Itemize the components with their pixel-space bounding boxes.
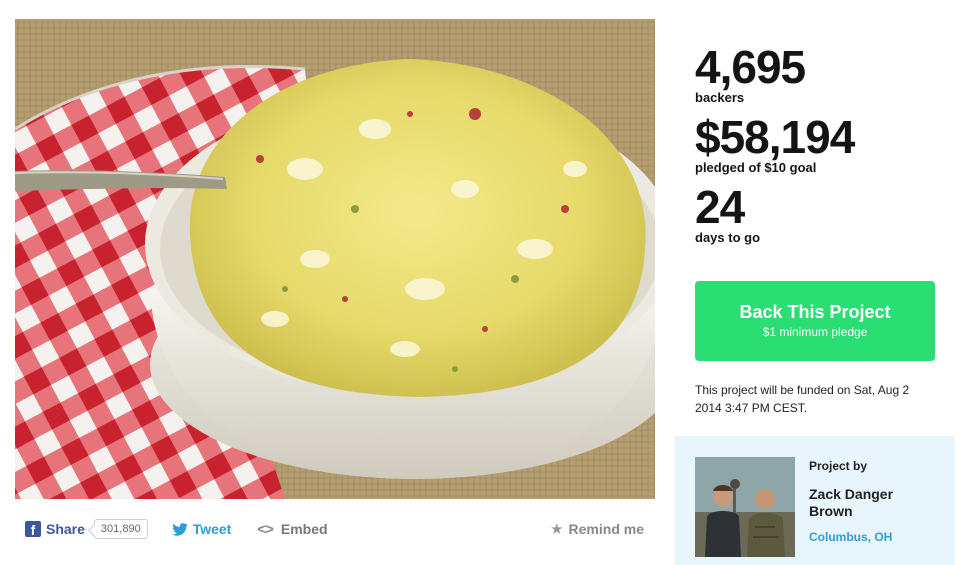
backers-stat: 4,695 backers xyxy=(695,44,955,106)
project-stats: 4,695 backers $58,194 pledged of $10 goa… xyxy=(695,44,955,254)
facebook-icon[interactable]: f xyxy=(25,521,41,537)
back-this-project-button[interactable]: Back This Project $1 minimum pledge xyxy=(695,281,935,361)
facebook-share-count: 301,890 xyxy=(93,519,148,539)
creator-card: Project by Zack Danger Brown Columbus, O… xyxy=(675,436,955,565)
pledged-amount: $58,194 xyxy=(695,111,855,163)
remind-me-button[interactable]: ★ Remind me xyxy=(550,520,644,538)
backers-count: 4,695 xyxy=(695,41,806,93)
minimum-pledge-label: $1 minimum pledge xyxy=(762,325,868,339)
creator-name-link[interactable]: Zack Danger Brown xyxy=(809,486,939,520)
embed-code-icon[interactable]: <> xyxy=(257,521,274,538)
creator-location-link[interactable]: Columbus, OH xyxy=(809,530,892,544)
potato-salad-photo xyxy=(15,19,655,499)
back-button-title: Back This Project xyxy=(739,302,891,322)
pledged-stat: $58,194 pledged of $10 goal xyxy=(695,114,955,176)
facebook-share-button[interactable]: Share xyxy=(46,521,85,537)
star-icon: ★ xyxy=(550,521,564,538)
funding-note: This project will be funded on Sat, Aug … xyxy=(695,383,910,415)
remind-me-label: Remind me xyxy=(568,521,644,537)
backers-label: backers xyxy=(695,90,745,105)
project-by-label: Project by xyxy=(809,459,868,473)
project-video-image[interactable] xyxy=(15,19,655,499)
creator-avatar[interactable] xyxy=(695,457,795,557)
embed-button[interactable]: Embed xyxy=(281,521,328,537)
tweet-button[interactable]: Tweet xyxy=(193,521,232,537)
days-count: 24 xyxy=(695,181,745,233)
twitter-icon[interactable] xyxy=(171,522,188,536)
share-bar: f Share 301,890 Tweet <> Embed ★ Remind … xyxy=(15,512,655,546)
days-label: days to go xyxy=(695,230,761,245)
days-stat: 24 days to go xyxy=(695,184,955,246)
